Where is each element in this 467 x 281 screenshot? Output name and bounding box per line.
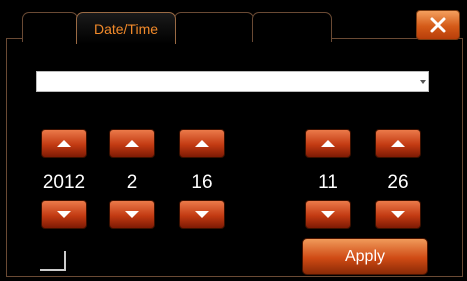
arrow-down-icon (391, 211, 405, 218)
chevron-down-icon (420, 80, 426, 84)
month-up-button[interactable] (109, 129, 155, 158)
timezone-select[interactable] (36, 71, 429, 92)
day-up-button[interactable] (179, 129, 225, 158)
hour-down-button[interactable] (305, 200, 351, 229)
minute-value: 26 (387, 172, 409, 193)
arrow-up-icon (321, 140, 335, 147)
minute-down-button[interactable] (375, 200, 421, 229)
minute-up-button[interactable] (375, 129, 421, 158)
close-button[interactable] (416, 10, 460, 40)
day-value: 16 (191, 172, 213, 193)
year-value: 2012 (42, 172, 86, 193)
arrow-up-icon (125, 140, 139, 147)
arrow-down-icon (321, 211, 335, 218)
arrow-down-icon (57, 211, 71, 218)
year-up-button[interactable] (41, 129, 87, 158)
tab-3[interactable] (174, 12, 254, 42)
arrow-up-icon (195, 140, 209, 147)
month-value: 2 (126, 172, 138, 193)
arrow-up-icon (57, 140, 71, 147)
apply-button-label: Apply (344, 247, 386, 265)
tab-1[interactable] (22, 12, 78, 42)
arrow-down-icon (195, 211, 209, 218)
resize-corner-icon (40, 251, 66, 271)
hour-up-button[interactable] (305, 129, 351, 158)
day-down-button[interactable] (179, 200, 225, 229)
close-x-icon (430, 17, 446, 33)
apply-button[interactable]: Apply (302, 238, 428, 275)
tab-date-time[interactable]: Date/Time (76, 12, 176, 44)
hour-value: 11 (318, 172, 338, 193)
year-down-button[interactable] (41, 200, 87, 229)
tab-date-time-label: Date/Time (93, 20, 159, 37)
arrow-down-icon (125, 211, 139, 218)
month-down-button[interactable] (109, 200, 155, 229)
tab-4[interactable] (252, 12, 332, 42)
arrow-up-icon (391, 140, 405, 147)
